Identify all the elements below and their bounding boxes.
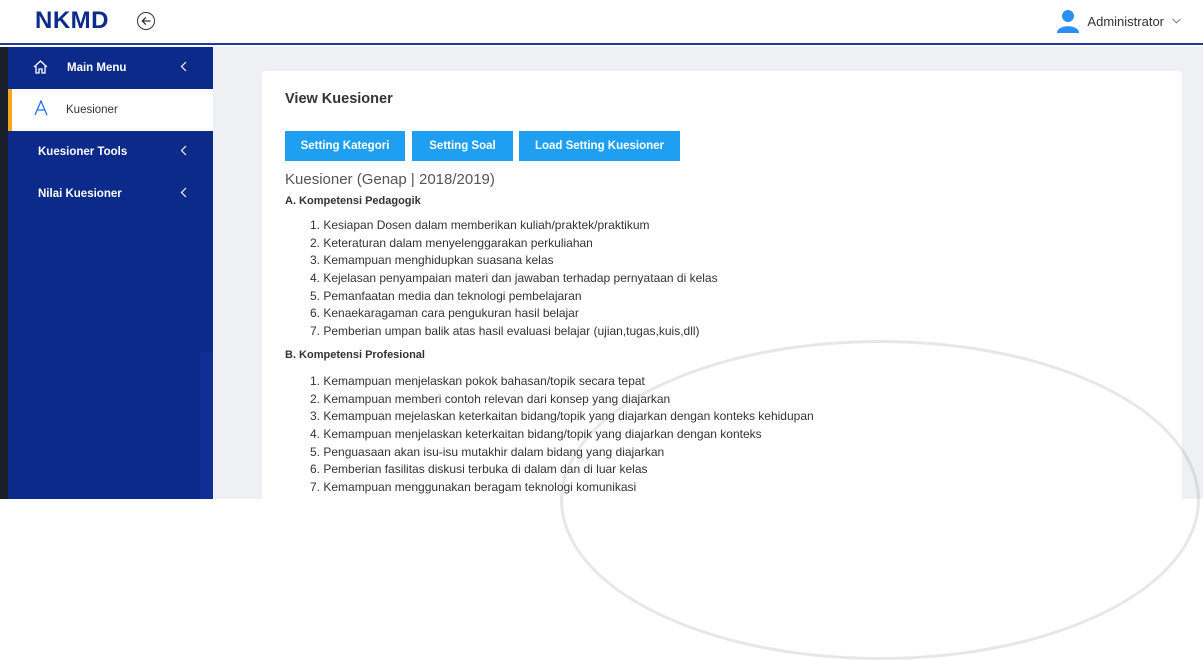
page-title: View Kuesioner — [285, 91, 393, 107]
chevron-left-icon — [180, 61, 187, 72]
sidebar-item-label: Nilai Kuesioner — [38, 188, 122, 200]
list-item: 5. Penguasaan akan isu-isu mutakhir dala… — [310, 444, 665, 459]
user-menu[interactable]: Administrator — [1057, 9, 1181, 33]
list-item: 2. Keteraturan dalam menyelenggarakan pe… — [310, 235, 593, 250]
list-item: 6. Kenaekaragaman cara pengukuran hasil … — [310, 306, 579, 321]
setting-kategori-button[interactable]: Setting Kategori — [285, 131, 405, 161]
user-name: Administrator — [1087, 13, 1164, 29]
list-item: 3. Kemampuan mejelaskan keterkaitan bida… — [310, 409, 814, 424]
section-title: A. Kompetensi Pedagogik — [285, 195, 421, 207]
list-item: 4. Kemampuan menjelaskan keterkaitan bid… — [310, 427, 762, 442]
sidebar: Main Menu Kuesioner Kuesioner Tools Nila… — [0, 47, 213, 499]
section-title: B. Kompetensi Profesional — [285, 349, 425, 361]
sidebar-toggle-button[interactable] — [137, 12, 155, 30]
sidebar-item-label: Main Menu — [67, 62, 127, 74]
list-item: 4. Kejelasan penyampaian materi dan jawa… — [310, 271, 718, 286]
setting-soal-button[interactable]: Setting Soal — [412, 131, 513, 161]
sidebar-item-kuesioner-tools[interactable]: Kuesioner Tools — [0, 131, 213, 173]
sidebar-item-nilai-kuesioner[interactable]: Nilai Kuesioner — [0, 173, 213, 215]
list-item: 2. Kemampuan memberi contoh relevan dari… — [310, 391, 671, 406]
sidebar-item-kuesioner[interactable]: Kuesioner — [8, 89, 213, 131]
chevron-left-icon — [180, 145, 187, 156]
sidebar-scroll-shade — [200, 352, 213, 499]
list-item: 3. Kemampuan menghidupkan suasana kelas — [310, 253, 554, 268]
list-item: 1. Kemampuan menjelaskan pokok bahasan/t… — [310, 374, 645, 388]
list-item: 5. Pemanfaatan media dan teknologi pembe… — [310, 288, 582, 303]
user-avatar-icon — [1057, 10, 1080, 33]
load-setting-kuesioner-button[interactable]: Load Setting Kuesioner — [519, 131, 680, 161]
sidebar-item-label: Kuesioner — [66, 104, 118, 116]
kuesioner-heading: Kuesioner (Genap | 2018/2019) — [285, 171, 495, 188]
chevron-down-icon — [1172, 18, 1181, 24]
sidebar-item-label: Kuesioner Tools — [38, 146, 128, 158]
home-icon — [33, 60, 48, 74]
top-navbar: NKMD Administrator — [0, 0, 1203, 45]
brand-logo[interactable]: NKMD — [35, 7, 109, 35]
list-item: 7. Kemampuan menggunakan beragam teknolo… — [310, 480, 637, 495]
letter-a-icon — [34, 100, 48, 116]
arrow-left-icon — [141, 17, 151, 25]
list-item: 1. Kesiapan Dosen dalam memberikan kulia… — [310, 218, 650, 232]
list-item: 7. Pemberian umpan balik atas hasil eval… — [310, 324, 700, 339]
sidebar-item-main-menu[interactable]: Main Menu — [0, 47, 213, 89]
question-list: 1. Kesiapan Dosen dalam memberikan kulia… — [310, 217, 718, 341]
chevron-left-icon — [180, 187, 187, 198]
question-list: 1. Kemampuan menjelaskan pokok bahasan/t… — [310, 373, 814, 497]
kuesioner-card: View Kuesioner Setting Kategori Setting … — [262, 71, 1182, 511]
list-item: 6. Pemberian fasilitas diskusi terbuka d… — [310, 462, 648, 477]
